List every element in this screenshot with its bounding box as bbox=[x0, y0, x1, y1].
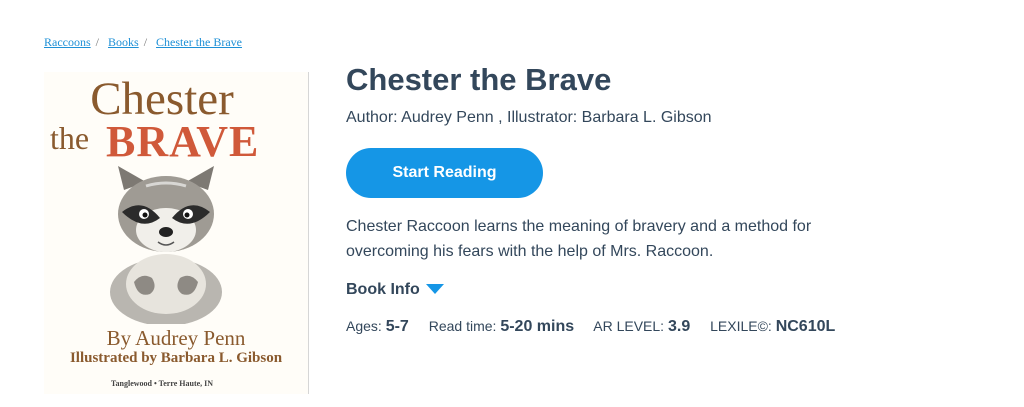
read-time-label: Read time: bbox=[428, 318, 497, 334]
caret-down-icon bbox=[425, 283, 444, 294]
book-metadata: Ages: 5-7 Read time: 5-20 mins AR LEVEL:… bbox=[346, 318, 851, 336]
breadcrumb-books-link[interactable]: Books bbox=[108, 35, 139, 49]
book-description: Chester Raccoon learns the meaning of br… bbox=[346, 218, 812, 260]
breadcrumb: Raccoons / Books / Chester the Brave bbox=[44, 35, 242, 50]
ages-field: Ages: 5-7 bbox=[346, 318, 409, 335]
ar-level-label: AR LEVEL: bbox=[593, 318, 665, 334]
cover-illustrator-line: Illustrated by Barbara L. Gibson bbox=[69, 350, 283, 366]
lexile-label: LEXILE©: bbox=[710, 318, 772, 334]
ages-label: Ages: bbox=[346, 318, 382, 334]
book-title: Chester the Brave bbox=[346, 62, 612, 97]
read-time-value: 5-20 mins bbox=[500, 318, 575, 335]
read-time-field: Read time: 5-20 mins bbox=[428, 318, 575, 335]
book-authors: Author: Audrey Penn , Illustrator: Barba… bbox=[346, 109, 712, 126]
ages-value: 5-7 bbox=[385, 318, 409, 335]
lexile-field: LEXILE©: NC610L bbox=[710, 318, 836, 335]
lexile-value: NC610L bbox=[775, 318, 836, 335]
breadcrumb-separator: / bbox=[143, 35, 148, 49]
cover-publisher-line: Tanglewood • Terre Haute, IN bbox=[110, 379, 214, 388]
breadcrumb-raccoons-link[interactable]: Raccoons bbox=[44, 35, 91, 49]
book-info-toggle[interactable]: Book Info bbox=[346, 281, 444, 299]
book-info-label: Book Info bbox=[346, 281, 420, 298]
breadcrumb-separator: / bbox=[95, 35, 99, 49]
raccoon-illustration bbox=[110, 166, 222, 324]
breadcrumb-current-link[interactable]: Chester the Brave bbox=[156, 35, 242, 49]
ar-level-field: AR LEVEL: 3.9 bbox=[593, 318, 691, 335]
ar-level-value: 3.9 bbox=[667, 318, 691, 335]
book-cover-image: Chester the BRAVE By Audrey Penn Illustr… bbox=[44, 72, 309, 394]
cover-author-line: By Audrey Penn bbox=[106, 326, 246, 350]
start-reading-button[interactable]: Start Reading bbox=[346, 148, 543, 198]
cover-title-the: the bbox=[50, 120, 90, 156]
cover-title-brave: BRAVE bbox=[106, 117, 260, 166]
